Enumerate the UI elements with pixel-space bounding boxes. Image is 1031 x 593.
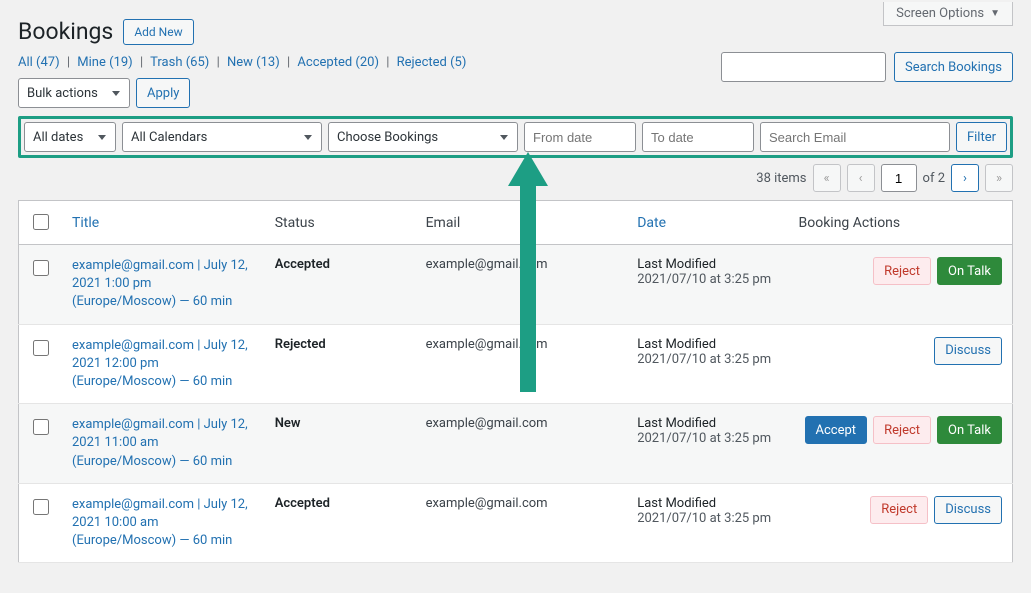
bulk-actions-select[interactable]: Bulk actions: [18, 78, 130, 108]
reject-button[interactable]: Reject: [873, 257, 931, 285]
status-badge: Accepted: [275, 496, 330, 511]
discuss-button[interactable]: Discuss: [934, 496, 1002, 524]
pagination: 38 items « ‹ of 2 › »: [18, 164, 1013, 192]
page-title: Bookings: [18, 18, 113, 45]
pagination-prev[interactable]: ‹: [847, 164, 875, 192]
filter-bar: All dates All Calendars Choose Bookings …: [18, 116, 1013, 158]
booking-title-link[interactable]: example@gmail.com | July 12, 2021 11:00 …: [72, 416, 255, 471]
screen-options-toggle[interactable]: Screen Options ▼: [883, 2, 1013, 26]
search-bookings-button[interactable]: Search Bookings: [894, 52, 1013, 82]
filter-rejected[interactable]: Rejected (5): [397, 55, 467, 70]
add-new-button[interactable]: Add New: [123, 19, 193, 45]
reject-button[interactable]: Reject: [870, 496, 928, 524]
pagination-first[interactable]: «: [813, 164, 841, 192]
row-checkbox[interactable]: [33, 499, 49, 515]
booking-date: Last Modified2021/07/10 at 3:25 pm: [627, 245, 788, 325]
booking-email: example@gmail.com: [416, 324, 628, 404]
filter-all[interactable]: All (47): [18, 55, 60, 70]
table-row: example@gmail.com | July 12, 2021 1:00 p…: [19, 245, 1013, 325]
row-checkbox[interactable]: [33, 340, 49, 356]
pagination-count: 38 items: [756, 171, 806, 186]
booking-date: Last Modified2021/07/10 at 3:25 pm: [627, 483, 788, 563]
on-talk-button[interactable]: On Talk: [937, 257, 1002, 285]
reject-button[interactable]: Reject: [873, 416, 931, 444]
col-actions: Booking Actions: [789, 201, 1013, 245]
search-input[interactable]: [721, 52, 886, 82]
accept-button[interactable]: Accept: [805, 416, 868, 444]
select-all-checkbox[interactable]: [33, 214, 49, 230]
search-email-input[interactable]: [760, 122, 950, 152]
booking-date: Last Modified2021/07/10 at 3:25 pm: [627, 324, 788, 404]
table-row: example@gmail.com | July 12, 2021 11:00 …: [19, 404, 1013, 484]
filter-mine[interactable]: Mine (19): [77, 55, 132, 70]
table-row: example@gmail.com | July 12, 2021 12:00 …: [19, 324, 1013, 404]
status-badge: New: [275, 416, 301, 431]
booking-email: example@gmail.com: [416, 483, 628, 563]
col-status: Status: [265, 201, 416, 245]
col-title[interactable]: Title: [62, 201, 265, 245]
filter-bookings-select[interactable]: Choose Bookings: [328, 122, 518, 152]
booking-title-link[interactable]: example@gmail.com | July 12, 2021 10:00 …: [72, 496, 255, 551]
filter-calendars-select[interactable]: All Calendars: [122, 122, 322, 152]
booking-title-link[interactable]: example@gmail.com | July 12, 2021 12:00 …: [72, 337, 255, 392]
filter-button[interactable]: Filter: [956, 122, 1007, 152]
pagination-of-total: of 2: [923, 171, 945, 186]
row-checkbox[interactable]: [33, 260, 49, 276]
filter-new[interactable]: New (13): [227, 55, 280, 70]
booking-email: example@gmail.com: [416, 404, 628, 484]
from-date-input[interactable]: [524, 122, 636, 152]
discuss-button[interactable]: Discuss: [934, 337, 1002, 365]
pagination-current-input[interactable]: [881, 164, 917, 192]
screen-options-label: Screen Options: [896, 6, 984, 21]
col-date[interactable]: Date: [627, 201, 788, 245]
filter-accepted[interactable]: Accepted (20): [297, 55, 379, 70]
filter-dates-select[interactable]: All dates: [24, 122, 116, 152]
apply-bulk-button[interactable]: Apply: [136, 78, 190, 108]
pagination-next[interactable]: ›: [951, 164, 979, 192]
booking-email: example@gmail.com: [416, 245, 628, 325]
booking-date: Last Modified2021/07/10 at 3:25 pm: [627, 404, 788, 484]
status-badge: Rejected: [275, 337, 326, 352]
booking-title-link[interactable]: example@gmail.com | July 12, 2021 1:00 p…: [72, 257, 255, 312]
to-date-input[interactable]: [642, 122, 754, 152]
status-badge: Accepted: [275, 257, 330, 272]
col-email: Email: [416, 201, 628, 245]
table-row: example@gmail.com | July 12, 2021 10:00 …: [19, 483, 1013, 563]
on-talk-button[interactable]: On Talk: [937, 416, 1002, 444]
filter-trash[interactable]: Trash (65): [150, 55, 209, 70]
row-checkbox[interactable]: [33, 419, 49, 435]
caret-down-icon: ▼: [990, 8, 1000, 19]
pagination-last[interactable]: »: [985, 164, 1013, 192]
bookings-table: Title Status Email Date Booking Actions …: [18, 200, 1013, 563]
